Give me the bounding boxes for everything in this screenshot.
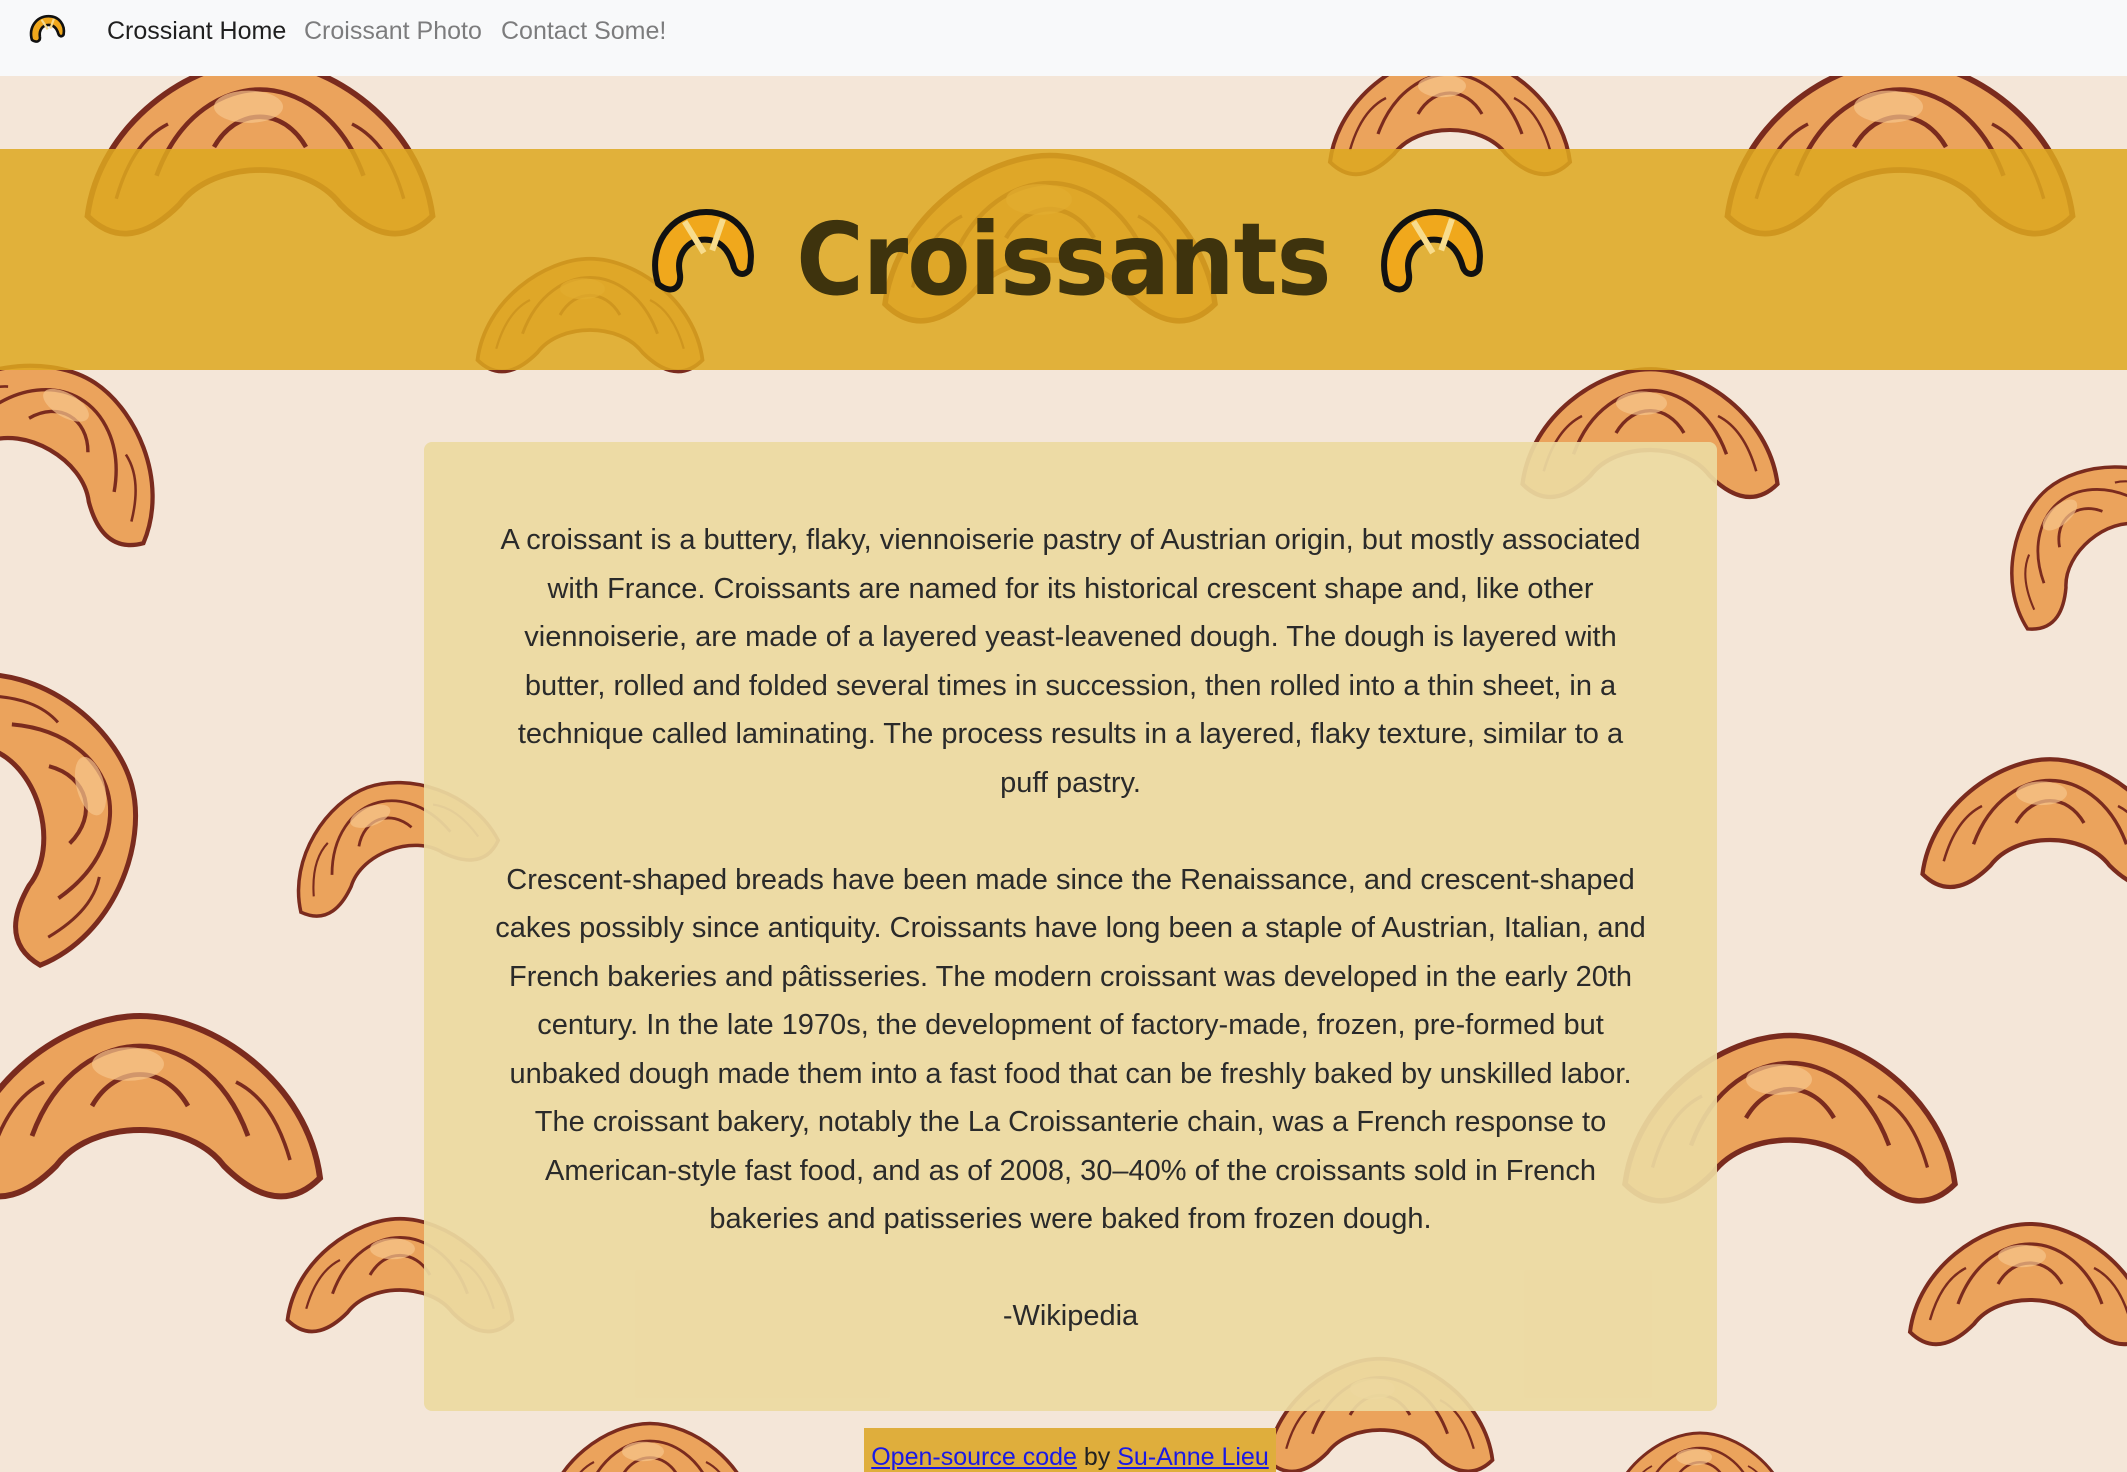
history-paragraph: Crescent-shaped breads have been made si… — [495, 863, 1646, 1236]
nav-link-contact[interactable]: Contact Some! — [501, 15, 666, 47]
author-link[interactable]: Su-Anne Lieu — [1117, 1443, 1269, 1471]
croissant-icon[interactable] — [24, 10, 68, 54]
nav-link-croissant-photo[interactable]: Croissant Photo — [304, 15, 482, 47]
intro-paragraph: A croissant is a buttery, flaky, viennoi… — [500, 524, 1641, 799]
header-banner: Croissants — [0, 149, 2127, 370]
footer: Open-source code by Su-Anne Lieu — [864, 1428, 1276, 1472]
page-title: Croissants — [796, 201, 1331, 318]
navbar: Crossiant Home Croissant Photo Contact S… — [0, 0, 2127, 76]
content-card: A croissant is a buttery, flaky, viennoi… — [424, 442, 1717, 1411]
nav-link-croissant-home[interactable]: Crossiant Home — [107, 15, 286, 47]
footer-by-text: by — [1083, 1443, 1111, 1471]
croissant-icon — [1380, 208, 1483, 292]
attribution: -Wikipedia — [1002, 1300, 1139, 1332]
croissant-icon — [652, 208, 754, 292]
open-source-code-link[interactable]: Open-source code — [871, 1443, 1077, 1471]
